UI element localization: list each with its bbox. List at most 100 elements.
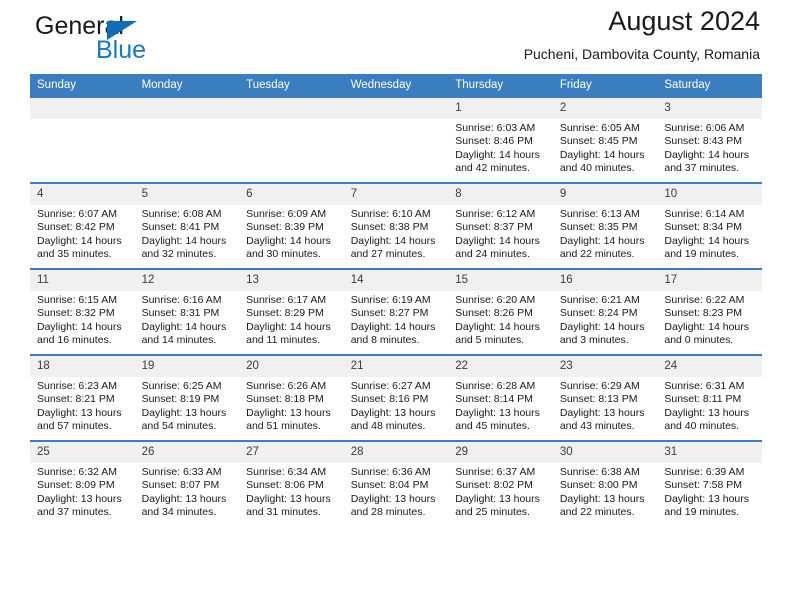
calendar-day-cell[interactable]: 27 Sunrise: 6:34 AM Sunset: 8:06 PM Dayligh… (239, 440, 344, 526)
sunset-text: Sunset: 8:21 PM (37, 393, 115, 406)
daylight-text-line1: Daylight: 13 hours (246, 406, 331, 419)
weekday-header-wednesday: Wednesday (343, 74, 449, 97)
calendar-day-cell[interactable]: 22 Sunrise: 6:28 AM Sunset: 8:14 PM Dayligh… (448, 354, 553, 441)
sunset-text: Sunset: 8:23 PM (664, 307, 743, 320)
daylight-text-line1: Daylight: 14 hours (37, 320, 122, 333)
calendar-day-cell-empty (30, 96, 135, 183)
calendar-day-cell[interactable]: 24 Sunrise: 6:31 AM Sunset: 8:11 PM Dayligh… (657, 354, 762, 441)
sunset-text: Sunset: 8:00 PM (559, 479, 638, 492)
day-sun-info: Sunrise: 6:21 AM Sunset: 8:24 PM Daylight:… (553, 291, 658, 348)
day-sun-info: Sunrise: 6:14 AM Sunset: 8:34 PM Daylight:… (657, 205, 762, 262)
calendar-day-cell[interactable]: 8 Sunrise: 6:12 AM Sunset: 8:37 PM Daylight… (448, 182, 553, 269)
day-sun-info: Sunrise: 6:08 AM Sunset: 8:41 PM Daylight:… (135, 205, 240, 262)
day-sun-info: Sunrise: 6:13 AM Sunset: 8:35 PM Daylight:… (553, 205, 658, 262)
calendar-day-cell[interactable]: 17 Sunrise: 6:22 AM Sunset: 8:23 PM Dayligh… (657, 268, 762, 355)
day-number: 13 (239, 270, 344, 291)
calendar-day-cell[interactable]: 16 Sunrise: 6:21 AM Sunset: 8:24 PM Dayligh… (552, 268, 658, 355)
calendar-day-cell[interactable]: 26 Sunrise: 6:33 AM Sunset: 8:07 PM Dayligh… (134, 440, 240, 526)
calendar-day-cell[interactable]: 31 Sunrise: 6:39 AM Sunset: 7:58 PM Dayligh… (657, 440, 762, 526)
daylight-text-line2: and 19 minutes. (664, 248, 740, 261)
sunrise-text: Sunrise: 6:31 AM (664, 380, 745, 392)
day-sun-info: Sunrise: 6:33 AM Sunset: 8:07 PM Daylight:… (135, 463, 240, 520)
sunrise-text: Sunrise: 6:05 AM (559, 122, 640, 134)
sunrise-text: Sunrise: 6:28 AM (455, 380, 536, 392)
daylight-text-line2: and 42 minutes. (455, 162, 530, 175)
daylight-text-line1: Daylight: 14 hours (455, 320, 540, 333)
daylight-text-line1: Daylight: 14 hours (559, 148, 645, 161)
day-number (30, 98, 135, 119)
day-sun-info: Sunrise: 6:07 AM Sunset: 8:42 PM Daylight:… (30, 205, 135, 262)
sunrise-text: Sunrise: 6:17 AM (246, 294, 327, 306)
calendar-day-cell[interactable]: 28 Sunrise: 6:36 AM Sunset: 8:04 PM Dayligh… (343, 440, 449, 526)
calendar-day-cell[interactable]: 19 Sunrise: 6:25 AM Sunset: 8:19 PM Dayligh… (134, 354, 240, 441)
daylight-text-line2: and 5 minutes. (455, 334, 525, 347)
day-sun-info: Sunrise: 6:15 AM Sunset: 8:32 PM Daylight:… (30, 291, 135, 348)
day-number: 19 (134, 356, 240, 377)
day-number: 7 (343, 184, 449, 205)
sunset-text: Sunset: 8:26 PM (455, 307, 533, 320)
day-number: 28 (343, 442, 449, 463)
calendar-day-cell[interactable]: 6 Sunrise: 6:09 AM Sunset: 8:39 PM Daylight… (239, 182, 344, 269)
sunset-text: Sunset: 8:16 PM (350, 393, 429, 406)
calendar-day-cell[interactable]: 25 Sunrise: 6:32 AM Sunset: 8:09 PM Dayligh… (30, 440, 135, 526)
sunset-text: Sunset: 7:58 PM (664, 479, 743, 492)
sunset-text: Sunset: 8:02 PM (455, 479, 533, 492)
calendar-day-cell[interactable]: 30 Sunrise: 6:38 AM Sunset: 8:00 PM Dayligh… (552, 440, 658, 526)
weekday-header-monday: Monday (134, 74, 240, 97)
daylight-text-line1: Daylight: 13 hours (664, 406, 750, 419)
calendar-day-cell[interactable]: 15 Sunrise: 6:20 AM Sunset: 8:26 PM Dayligh… (448, 268, 553, 355)
weekday-header-saturday: Saturday (657, 74, 762, 97)
calendar-day-cell[interactable]: 20 Sunrise: 6:26 AM Sunset: 8:18 PM Dayligh… (239, 354, 344, 441)
day-sun-info: Sunrise: 6:32 AM Sunset: 8:09 PM Daylight:… (30, 463, 135, 520)
daylight-text-line2: and 32 minutes. (141, 248, 217, 261)
calendar-day-cell[interactable]: 5 Sunrise: 6:08 AM Sunset: 8:41 PM Daylight… (134, 182, 240, 269)
calendar-day-cell[interactable]: 9 Sunrise: 6:13 AM Sunset: 8:35 PM Daylight… (552, 182, 658, 269)
calendar-day-cell[interactable]: 12 Sunrise: 6:16 AM Sunset: 8:31 PM Dayligh… (134, 268, 240, 355)
calendar-day-cell[interactable]: 2 Sunrise: 6:05 AM Sunset: 8:45 PM Daylight… (552, 96, 658, 183)
day-sun-info: Sunrise: 6:39 AM Sunset: 7:58 PM Daylight:… (657, 463, 762, 520)
daylight-text-line2: and 40 minutes. (559, 162, 635, 175)
daylight-text-line2: and 45 minutes. (455, 420, 530, 433)
calendar-day-cell[interactable]: 29 Sunrise: 6:37 AM Sunset: 8:02 PM Dayligh… (448, 440, 553, 526)
weekday-headers: Sunday Monday Tuesday Wednesday Thursday Frid… (30, 74, 762, 97)
calendar-day-cell[interactable]: 13 Sunrise: 6:17 AM Sunset: 8:29 PM Dayligh… (239, 268, 344, 355)
general-blue-logo[interactable]: General Blue (35, 12, 255, 68)
day-number: 15 (448, 270, 553, 291)
calendar-day-cell[interactable]: 21 Sunrise: 6:27 AM Sunset: 8:16 PM Dayligh… (343, 354, 449, 441)
calendar-day-cell[interactable]: 4 Sunrise: 6:07 AM Sunset: 8:42 PM Daylight… (30, 182, 135, 269)
sunset-text: Sunset: 8:32 PM (37, 307, 115, 320)
sunset-text: Sunset: 8:06 PM (246, 479, 324, 492)
daylight-text-line2: and 35 minutes. (37, 248, 112, 261)
day-number: 26 (134, 442, 240, 463)
sunrise-text: Sunrise: 6:15 AM (37, 294, 117, 306)
sunset-text: Sunset: 8:38 PM (350, 221, 429, 234)
calendar-week-row: 25 Sunrise: 6:32 AM Sunset: 8:09 PM Dayligh… (30, 440, 762, 526)
day-sun-info: Sunrise: 6:38 AM Sunset: 8:00 PM Daylight:… (553, 463, 658, 520)
day-sun-info: Sunrise: 6:03 AM Sunset: 8:46 PM Daylight:… (448, 119, 553, 176)
page-header: General Blue August 2024 Pucheni, Dambov… (30, 0, 762, 74)
daylight-text-line2: and 31 minutes. (246, 506, 321, 519)
calendar-day-cell[interactable]: 11 Sunrise: 6:15 AM Sunset: 8:32 PM Dayligh… (30, 268, 135, 355)
daylight-text-line1: Daylight: 14 hours (559, 234, 645, 247)
sunset-text: Sunset: 8:11 PM (664, 393, 742, 406)
daylight-text-line2: and 14 minutes. (141, 334, 217, 347)
sunrise-text: Sunrise: 6:22 AM (664, 294, 745, 306)
calendar-day-cell[interactable]: 1 Sunrise: 6:03 AM Sunset: 8:46 PM Daylight… (448, 96, 553, 183)
sunset-text: Sunset: 8:42 PM (37, 221, 115, 234)
calendar-day-cell[interactable]: 14 Sunrise: 6:19 AM Sunset: 8:27 PM Dayligh… (343, 268, 449, 355)
calendar-day-cell[interactable]: 3 Sunrise: 6:06 AM Sunset: 8:43 PM Daylight… (657, 96, 762, 183)
day-number: 3 (657, 98, 762, 119)
calendar-day-cell[interactable]: 18 Sunrise: 6:23 AM Sunset: 8:21 PM Dayligh… (30, 354, 135, 441)
day-sun-info: Sunrise: 6:09 AM Sunset: 8:39 PM Daylight:… (239, 205, 344, 262)
calendar-day-cell[interactable]: 10 Sunrise: 6:14 AM Sunset: 8:34 PM Dayligh… (657, 182, 762, 269)
sunrise-text: Sunrise: 6:26 AM (246, 380, 327, 392)
calendar-body: 1 Sunrise: 6:03 AM Sunset: 8:46 PM Daylight… (30, 96, 762, 526)
calendar-day-cell[interactable]: 23 Sunrise: 6:29 AM Sunset: 8:13 PM Dayligh… (552, 354, 658, 441)
day-sun-info: Sunrise: 6:34 AM Sunset: 8:06 PM Daylight:… (239, 463, 344, 520)
day-number: 25 (30, 442, 135, 463)
day-number: 20 (239, 356, 344, 377)
calendar-day-cell[interactable]: 7 Sunrise: 6:10 AM Sunset: 8:38 PM Daylight… (343, 182, 449, 269)
day-sun-info: Sunrise: 6:27 AM Sunset: 8:16 PM Daylight:… (344, 377, 449, 434)
daylight-text-line2: and 25 minutes. (455, 506, 530, 519)
daylight-text-line2: and 11 minutes. (246, 334, 321, 347)
